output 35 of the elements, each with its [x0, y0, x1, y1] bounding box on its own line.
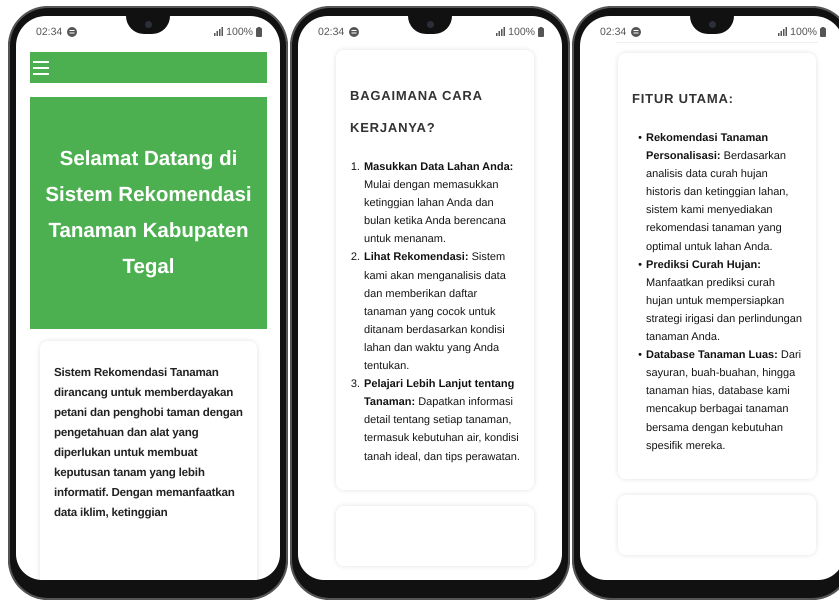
hero-title: Selamat Datang di Sistem Rekomendasi Tanaman Kabupaten Tegal — [44, 146, 253, 280]
battery-percent: 100% — [790, 26, 817, 38]
battery-percent: 100% — [508, 26, 535, 38]
signal-icon — [778, 27, 788, 36]
status-time: 02:34 — [36, 26, 62, 38]
signal-icon — [214, 27, 224, 36]
battery-icon — [820, 26, 826, 36]
camera-notch — [408, 16, 452, 34]
list-marker: 3. — [350, 377, 360, 392]
list-item-text: Prediksi Curah Hujan: Manfaatkan prediksi curah hujan untuk mempersiapkan strategi irigasi dan perlindungan tanaman Anda. — [646, 258, 802, 346]
list-item-text: Lihat Rekomendasi: Sistem kami akan menganalisis data dan memberikan daftar tanaman yang cocok untuk ditanam berdasarkan kondisi lahan dan waktu yang Anda tentukan. — [364, 250, 507, 374]
list-marker: 2. — [350, 250, 360, 266]
list-marker: • — [637, 348, 642, 364]
card-heading: BAGAIMANA CARA KERJANYA? — [350, 87, 484, 137]
message-icon — [67, 26, 78, 36]
battery-icon — [256, 26, 262, 36]
camera-notch — [126, 16, 170, 34]
intro-text: Sistem Rekomendasi Tanaman dirancang untuk memberdayakan petani dan penghobi taman dengan pengetahuan dan alat yang diperlukan untuk membuat keputusan tanam yang lebih informatif. Dengan memanfaatkan data iklim, ketinggian — [54, 365, 244, 521]
message-icon — [349, 26, 360, 36]
battery-percent: 100% — [226, 26, 253, 38]
card-heading: FITUR UTAMA: — [632, 90, 735, 108]
status-time: 02:34 — [600, 26, 626, 38]
list-marker: 1. — [350, 160, 360, 175]
list-item-text: Database Tanaman Luas: Dari sayuran, buah-buahan, hingga tanaman hias, database kami mencakup berbagai tanaman bersama dengan kebutuhan spesifik mereka. — [646, 348, 802, 454]
signal-icon — [496, 27, 506, 36]
menu-icon[interactable] — [33, 60, 49, 74]
message-icon — [631, 26, 642, 36]
list-item-text: Rekomendasi Tanaman Personalisasi: Berdasarkan analisis data curah hujan historis dan ketinggian lahan, sistem kami menyediakan rekomendasi tanaman yang optimal untuk lahan Anda. — [646, 131, 790, 255]
camera-notch — [690, 16, 734, 34]
battery-icon — [538, 26, 544, 36]
status-time: 02:34 — [318, 26, 344, 38]
list-item-text: Pelajari Lebih Lanjut tentang Tanaman: Dapatkan informasi detail tentang setiap tanaman, termasuk kebutuhan air, kondisi tanah ideal, dan tips perawatan. — [364, 377, 520, 464]
list-marker: • — [637, 131, 642, 146]
list-marker: • — [637, 258, 642, 273]
list-item-text: Masukkan Data Lahan Anda: Mulai dengan memasukkan ketinggian lahan Anda dan bulan ketika Anda berencana untuk menanam. — [364, 160, 514, 248]
